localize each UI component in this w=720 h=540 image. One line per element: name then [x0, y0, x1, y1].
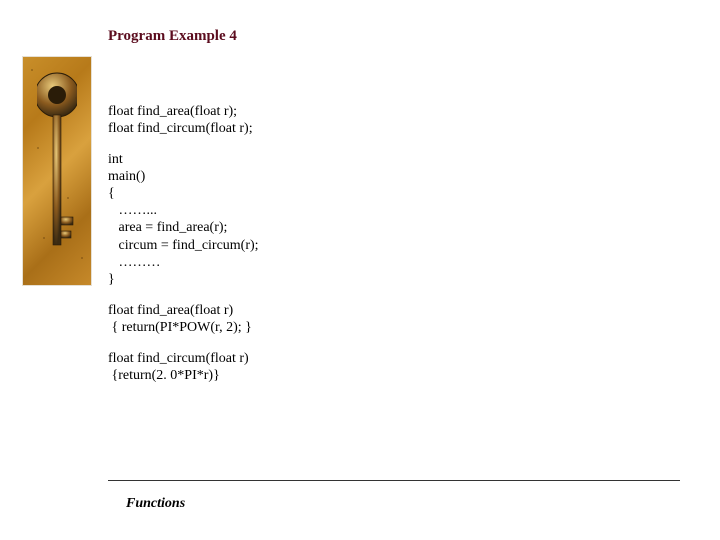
code-line: float find_area(float r);	[108, 104, 237, 119]
code-main: int main() { ……... area = find_area(r); …	[108, 151, 668, 288]
code-line: ……...	[108, 203, 157, 218]
code-func-circum: float find_circum(float r) {return(2. 0*…	[108, 350, 668, 384]
code-line: main()	[108, 169, 145, 184]
slide-title: Program Example 4	[108, 28, 668, 45]
key-icon	[37, 67, 77, 277]
code-line: { return(PI*POW(r, 2); }	[108, 320, 252, 335]
code-line: float find_circum(float r)	[108, 351, 249, 366]
code-line: int	[108, 152, 123, 167]
code-line: {return(2. 0*PI*r)}	[108, 368, 220, 383]
footer-label: Functions	[126, 496, 185, 512]
code-line: {	[108, 186, 115, 201]
code-line: area = find_area(r);	[108, 220, 227, 235]
code-line: float find_area(float r)	[108, 303, 233, 318]
code-line: float find_circum(float r);	[108, 121, 253, 136]
code-declarations: float find_area(float r); float find_cir…	[108, 103, 668, 137]
code-line: }	[108, 272, 115, 287]
code-func-area: float find_area(float r) { return(PI*POW…	[108, 302, 668, 336]
sidebar-key-image	[22, 56, 92, 286]
code-line: circum = find_circum(r);	[108, 238, 259, 253]
footer-divider	[108, 480, 680, 481]
slide-content: Program Example 4 float find_area(float …	[108, 28, 668, 398]
slide: Program Example 4 float find_area(float …	[0, 0, 720, 540]
code-line: ………	[108, 255, 161, 270]
